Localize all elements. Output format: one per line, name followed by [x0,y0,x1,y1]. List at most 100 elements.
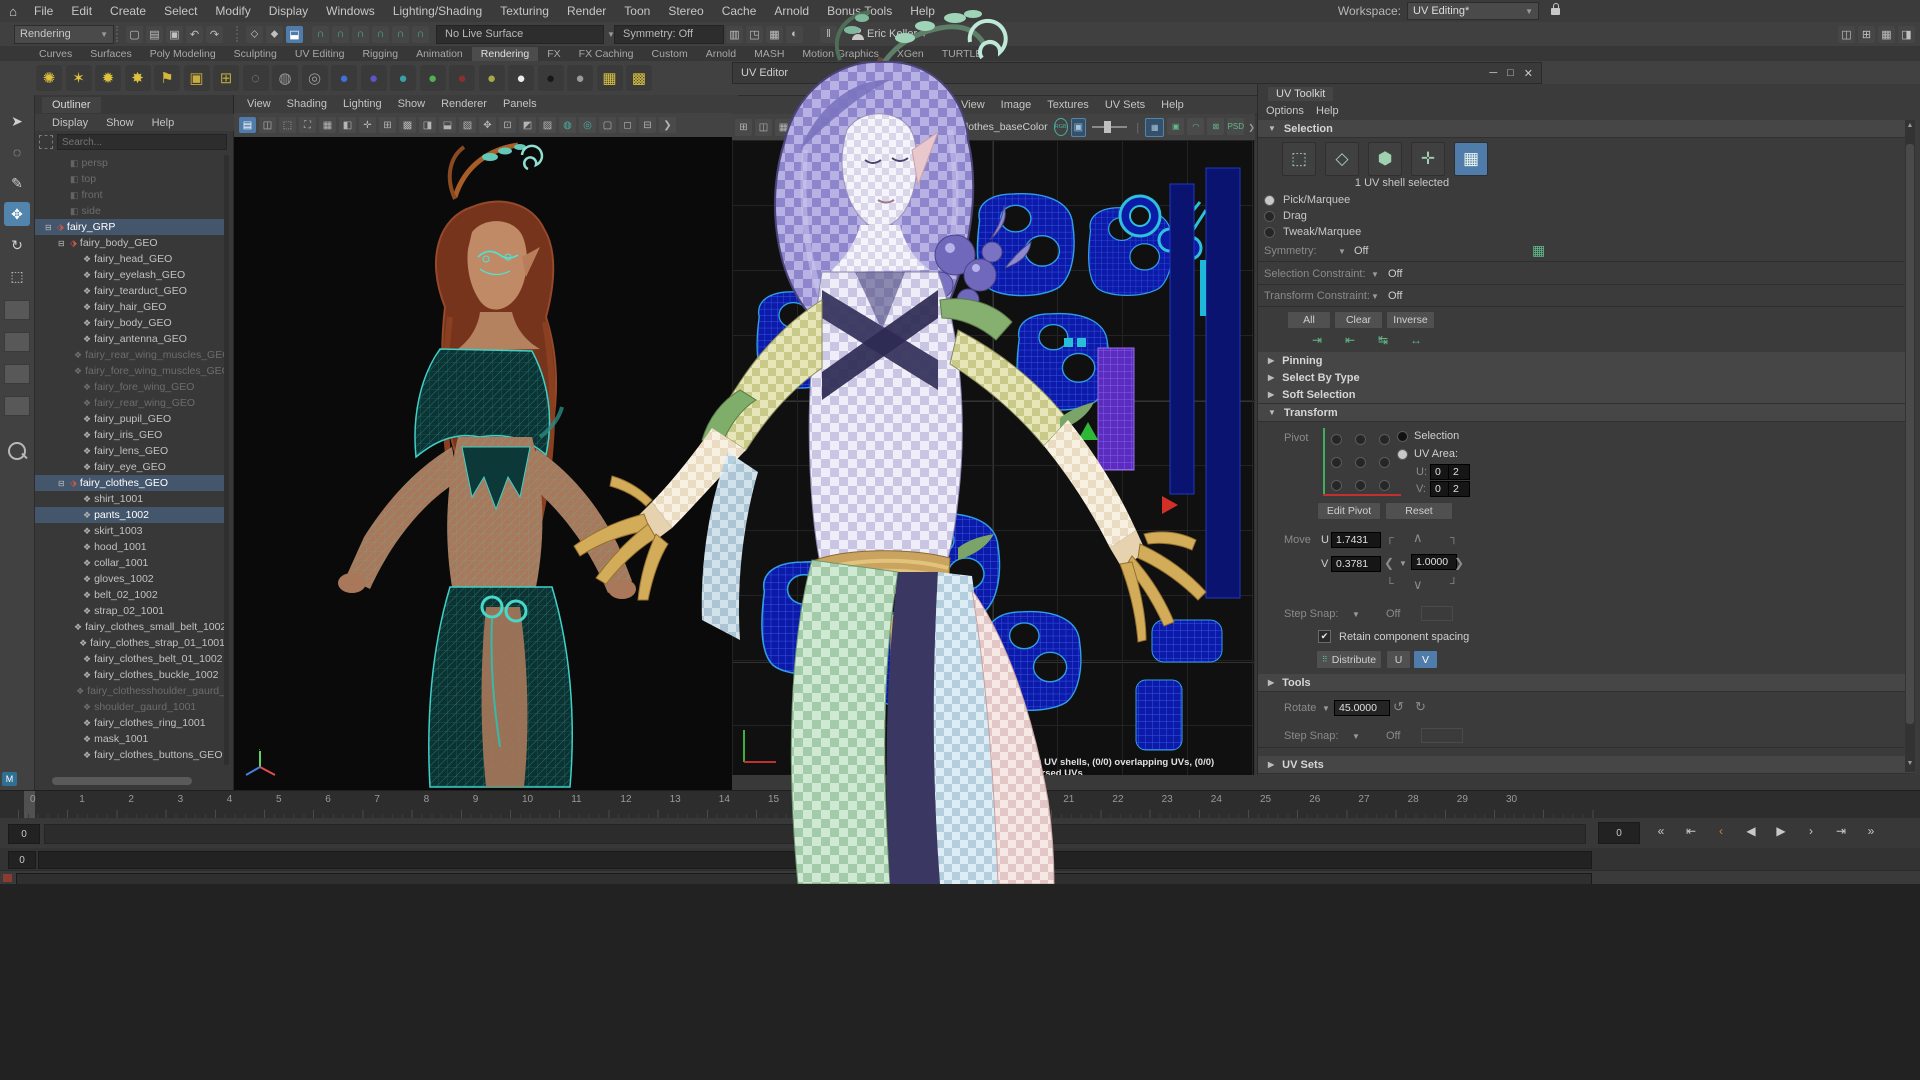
menu-item[interactable]: Select [156,1,205,21]
scale-tool-icon[interactable]: ⬚ [4,264,30,288]
chevron-down-icon[interactable]: ▼ [920,30,928,39]
render-settings-icon[interactable]: ◐ [786,26,803,43]
section-transform[interactable]: ▼Transform [1258,404,1914,422]
select-edge-icon[interactable]: ◇ [1325,142,1359,176]
nudge-right-icon[interactable]: ❯ [1454,556,1464,570]
toolkit-menu-options[interactable]: Options [1266,105,1304,117]
toolkit-menu-help[interactable]: Help [1316,105,1339,117]
chevron-down-icon[interactable]: ▼ [1352,732,1360,741]
viewport-toolbar-icon[interactable]: ⬓ [439,117,456,133]
section-select-by-type[interactable]: ▶Select By Type [1258,369,1914,387]
uv-distortion-icon[interactable]: ⊠ [1207,118,1224,135]
rotate-tool-icon[interactable]: ↻ [4,233,30,257]
panel-toggle-icon-3[interactable]: ▦ [1878,26,1895,43]
perspective-viewport[interactable]: Y [234,137,732,790]
outliner-item[interactable]: ❖ fairy_iris_GEO [35,427,225,443]
outliner-item[interactable]: ❖ fairy_antenna_GEO [35,331,225,347]
select-hierarchy-icon[interactable]: ⬦ [246,26,263,43]
viewport-toolbar-icon[interactable]: ▤ [239,117,256,133]
retain-spacing-checkbox[interactable]: ✔Retain component spacing [1318,630,1469,643]
shelf-tab[interactable]: Rendering [472,47,538,61]
section-uv-sets[interactable]: ▶UV Sets [1258,756,1914,774]
move-tool-icon[interactable]: ✥ [4,202,30,226]
shading-ring-icon[interactable]: ◍ [272,65,298,91]
viewport-toolbar-icon[interactable]: ▩ [399,117,416,133]
viewport-toolbar-icon[interactable]: ◻ [619,117,636,133]
outliner-item[interactable]: ❖ fairy_head_GEO [35,251,225,267]
viewport-menu-item[interactable]: Renderer [434,98,494,110]
layout-four-pane-icon[interactable] [4,332,30,352]
uv-toolbar-icon[interactable]: ◫ [755,119,772,136]
select-component-icon[interactable]: ⬓ [286,26,303,43]
outliner-item[interactable]: ❖ fairy_rear_wing_muscles_GEO [35,347,225,363]
move-v-field[interactable]: 0.3781 [1331,556,1381,572]
viewport-toolbar-icon[interactable]: ⊞ [379,117,396,133]
outliner-item[interactable]: ❖ shirt_1001 [35,491,225,507]
outliner-item[interactable]: ◧ persp [35,155,225,171]
chevron-down-icon[interactable]: ▼ [1338,247,1346,256]
outliner-item[interactable]: ❖ fairy_eye_GEO [35,459,225,475]
viewport-toolbar-icon[interactable]: ▨ [539,117,556,133]
align-right-icon[interactable]: ⇤ [1337,332,1363,348]
go-to-end-button[interactable]: » [1858,820,1884,842]
viewport-toolbar-icon[interactable]: ◫ [259,117,276,133]
viewport-toolbar-icon[interactable]: ◧ [339,117,356,133]
rgb-channel-icon[interactable]: RGB [1054,118,1068,136]
close-icon[interactable]: ✕ [1524,67,1533,80]
outliner-item[interactable]: ❖ fairy_fore_wing_muscles_GEO [35,363,225,379]
snap-curve-icon[interactable]: ∩ [332,26,349,43]
rotate-angle-field[interactable]: 45.0000 [1334,700,1390,716]
outliner-item[interactable]: ❖ fairy_clothes_small_belt_1002 [35,619,225,635]
material-white-icon[interactable]: ● [508,65,534,91]
symmetry-axis-icon[interactable]: ▦ [1532,242,1545,259]
layout-single-icon[interactable] [4,300,30,320]
shelf-tab[interactable]: Sculpting [225,47,286,61]
menu-item[interactable]: File [26,1,61,21]
texture-dropdown[interactable]: fairy_clothes_baseColor [935,121,1048,133]
material-teal-icon[interactable]: ● [390,65,416,91]
menu-item[interactable]: Arnold [766,1,817,21]
workspace-lock-icon[interactable] [1551,8,1560,15]
live-surface-field[interactable]: No Live Surface [436,25,604,44]
outliner-item[interactable]: ⊟ ⬗ fairy_body_GEO [35,235,225,251]
play-backward-button[interactable]: ◀ [1738,820,1764,842]
section-selection[interactable]: ▼Selection [1258,120,1914,138]
expand-toggle-icon[interactable]: ⊟ [45,223,54,232]
shelf-tab[interactable]: Curves [30,47,81,61]
viewport-toolbar-icon[interactable]: ◍ [559,117,576,133]
uv-canvas[interactable]: (1/0) UV shells, (0/0) overlapping UVs, … [732,140,1255,775]
shelf-tab[interactable]: Surfaces [81,47,140,61]
outliner-tab[interactable]: Outliner [42,97,101,113]
outliner-item[interactable]: ❖ fairy_clothes_buckle_1002 [35,667,225,683]
material-black-icon[interactable]: ● [538,65,564,91]
undo-icon[interactable]: ↶ [186,26,203,43]
uv-editor-menu-item[interactable]: Help [1154,99,1191,111]
transform-constraint-value[interactable]: Off [1388,290,1402,302]
select-shell-marquee-icon[interactable]: ✛ [1411,142,1445,176]
symmetry-field[interactable]: Symmetry: Off [614,25,724,44]
menu-item[interactable]: Modify [207,1,258,21]
image-display-icon[interactable]: ▣ [1167,118,1184,135]
distribute-v-icon[interactable]: ↔ [1403,332,1429,348]
filter-icon[interactable] [39,135,53,149]
grid-snap-icon[interactable]: ▦ [888,119,901,136]
selection-constraint-value[interactable]: Off [1388,268,1402,280]
select-face-icon[interactable]: ⬢ [1368,142,1402,176]
chevron-down-icon[interactable]: ▼ [1399,559,1407,568]
select-all-button[interactable]: All [1287,311,1331,329]
move-u-field[interactable]: 1.7431 [1331,532,1381,548]
open-scene-icon[interactable]: ▤ [146,26,163,43]
chevron-down-icon[interactable]: ▼ [1322,704,1330,713]
outliner-item[interactable]: ❖ fairy_eyelash_GEO [35,267,225,283]
isolate-curve-icon[interactable]: ◠ [1187,118,1204,135]
select-shell-icon[interactable]: ▦ [1454,142,1488,176]
ambient-light-icon[interactable]: ✺ [36,65,62,91]
step-back-frame-button[interactable]: ⇤ [1678,820,1704,842]
outliner-item[interactable]: ❖ fairy_clothes_strap_01_1001 [35,635,225,651]
material-indigo-icon[interactable]: ● [361,65,387,91]
step-forward-frame-button[interactable]: ⇥ [1828,820,1854,842]
menu-item[interactable]: Stereo [660,1,711,21]
ramp-texture-icon[interactable]: ▩ [626,65,652,91]
minimize-icon[interactable]: ─ [1489,67,1497,80]
uv-editor-menu-item[interactable]: Image [994,99,1039,111]
